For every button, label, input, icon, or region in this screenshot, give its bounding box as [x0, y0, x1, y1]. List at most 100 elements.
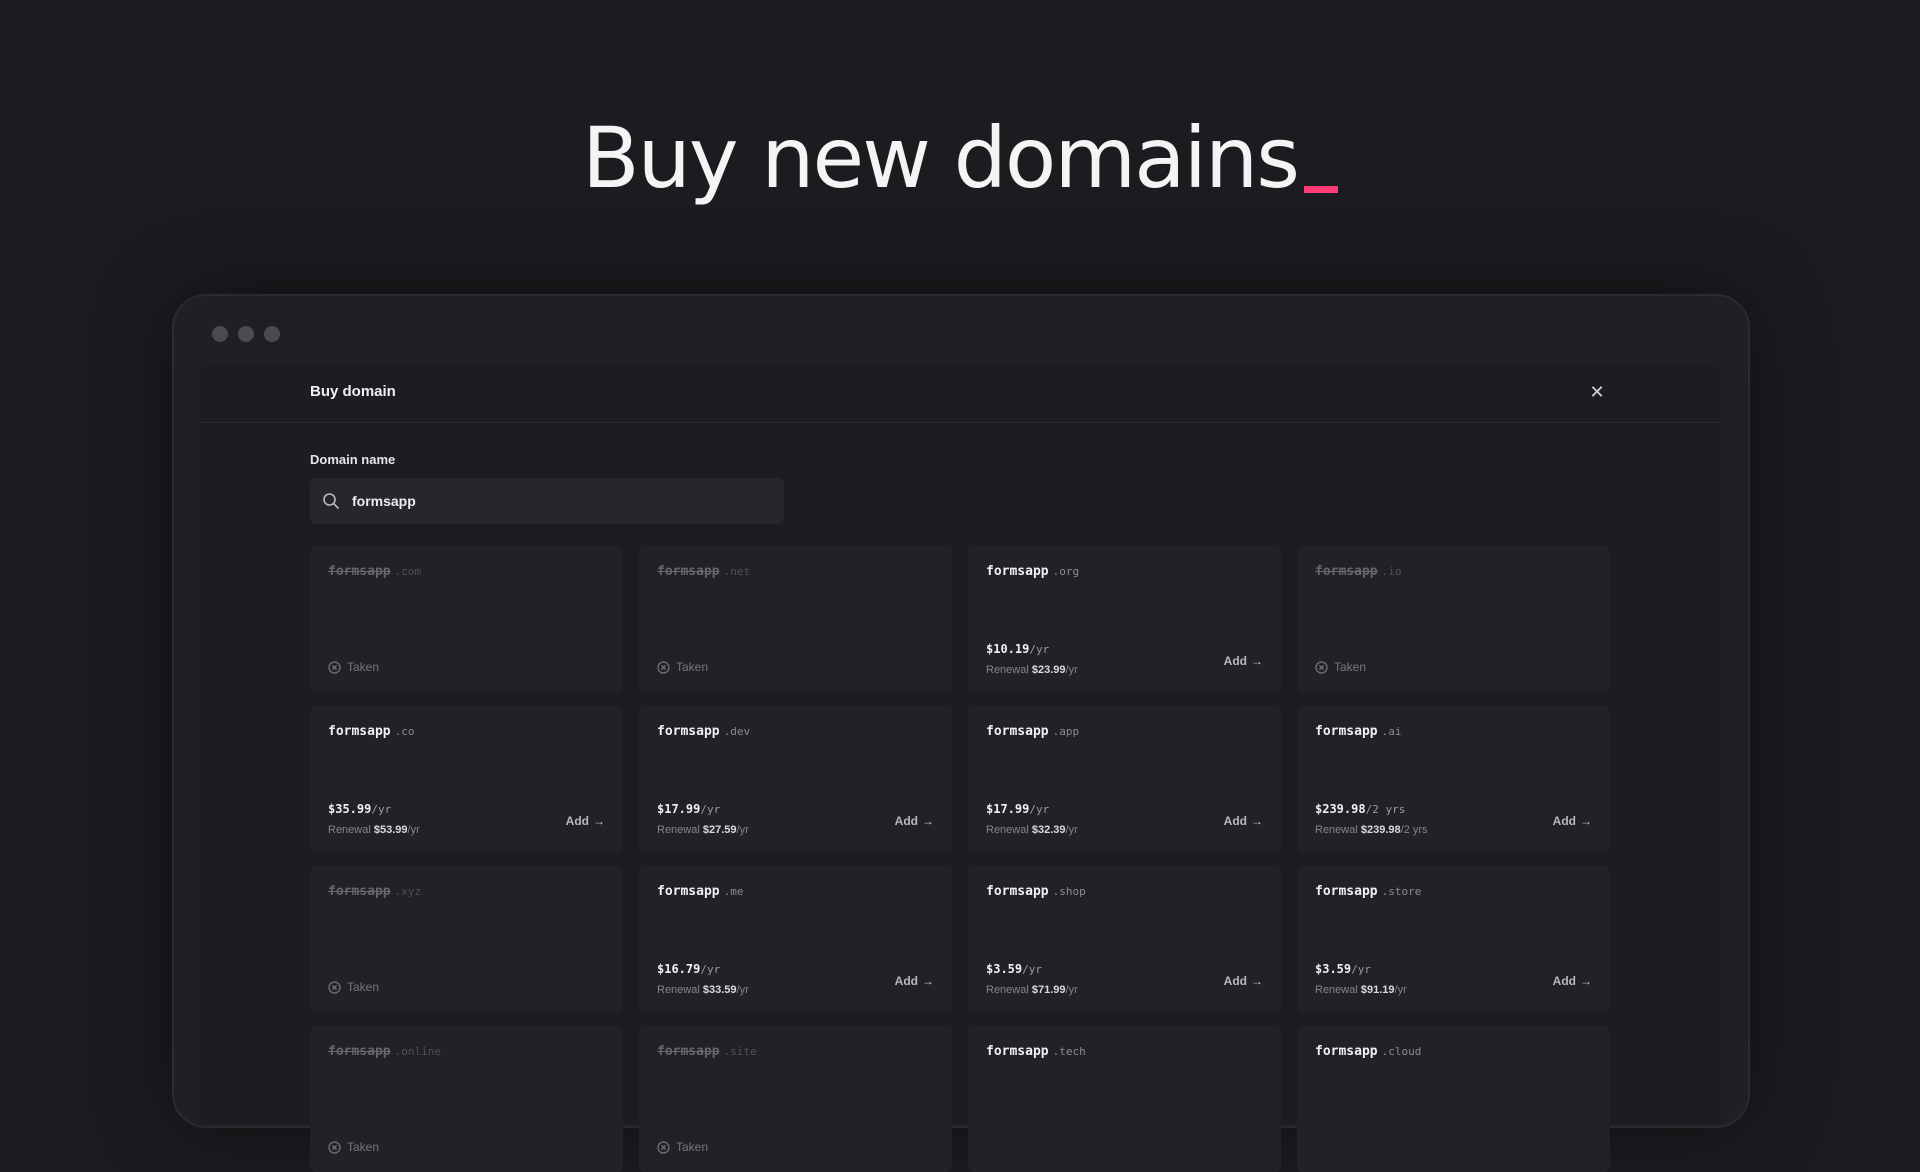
domain-price: $3.59/yr [1315, 962, 1371, 976]
search-value[interactable]: formsapp [352, 493, 416, 509]
search-icon [323, 493, 339, 509]
domain-card: formsapp .site Taken [639, 1026, 952, 1172]
domain-name: formsapp .shop [986, 884, 1086, 899]
domain-tld: .app [1052, 725, 1080, 738]
renewal-price: Renewal $53.99/yr [328, 824, 420, 836]
domain-tld: .xyz [394, 885, 422, 898]
add-domain-button[interactable]: Add → [566, 814, 605, 828]
domain-name: formsapp .tech [986, 1044, 1086, 1059]
renewal-period: /yr [407, 824, 420, 836]
add-domain-button[interactable]: Add → [1553, 814, 1592, 828]
headline-text: Buy new domains [582, 109, 1300, 207]
taken-status: Taken [657, 1140, 708, 1154]
renewal-price: Renewal $33.59/yr [657, 984, 749, 996]
domain-price: $10.19/yr [986, 642, 1049, 656]
renewal-value: $91.19 [1360, 984, 1395, 996]
price-value: $16.79 [657, 962, 701, 976]
taken-icon [657, 660, 670, 674]
window-maximize-dot[interactable] [264, 326, 280, 342]
domain-name: formsapp .cloud [1315, 1044, 1421, 1059]
domain-tld: .co [394, 725, 415, 738]
taken-status: Taken [328, 660, 379, 674]
renewal-label: Renewal [657, 824, 700, 836]
domain-card[interactable]: formsapp .co $35.99/yr Renewal $53.99/yr … [310, 706, 623, 852]
renewal-price: Renewal $91.19/yr [1315, 984, 1407, 996]
price-period: /yr [1022, 963, 1042, 976]
arrow-right-icon: → [1580, 814, 1592, 828]
renewal-period: /yr [1065, 824, 1078, 836]
domain-card[interactable]: formsapp .shop $3.59/yr Renewal $71.99/yr… [968, 866, 1281, 1012]
window-minimize-dot[interactable] [238, 326, 254, 342]
domain-name: formsapp .xyz [328, 884, 421, 899]
price-period: /2 yrs [1365, 803, 1406, 816]
renewal-value: $32.39 [1031, 824, 1066, 836]
domain-tld: .tech [1052, 1045, 1086, 1058]
domain-name: formsapp .io [1315, 564, 1402, 579]
domain-base: formsapp [657, 884, 720, 899]
add-domain-button[interactable]: Add → [1224, 974, 1263, 988]
window-close-dot[interactable] [212, 326, 228, 342]
domain-card[interactable]: formsapp .me $16.79/yr Renewal $33.59/yr … [639, 866, 952, 1012]
dialog-header: Buy domain ✕ [200, 364, 1720, 423]
renewal-value: $23.99 [1031, 664, 1066, 676]
price-value: $239.98 [1315, 802, 1366, 816]
add-label: Add [894, 974, 918, 988]
renewal-period: /yr [1065, 664, 1078, 676]
renewal-period: /yr [1394, 984, 1407, 996]
domain-search-input[interactable]: formsapp [310, 478, 784, 524]
arrow-right-icon: → [1580, 974, 1592, 988]
price-value: $10.19 [986, 642, 1030, 656]
arrow-right-icon: → [593, 814, 605, 828]
domain-card[interactable]: formsapp .dev $17.99/yr Renewal $27.59/yr… [639, 706, 952, 852]
typing-cursor [1303, 186, 1338, 193]
domain-tld: .site [723, 1045, 757, 1058]
domain-tld: .ai [1381, 725, 1402, 738]
add-domain-button[interactable]: Add → [895, 814, 934, 828]
add-domain-button[interactable]: Add → [1224, 654, 1263, 668]
add-domain-button[interactable]: Add → [895, 974, 934, 988]
domain-card[interactable]: formsapp .app $17.99/yr Renewal $32.39/yr… [968, 706, 1281, 852]
renewal-price: Renewal $32.39/yr [986, 824, 1078, 836]
renewal-value: $27.59 [702, 824, 737, 836]
domain-base: formsapp [328, 884, 391, 899]
price-value: $3.59 [986, 962, 1023, 976]
domain-card[interactable]: formsapp .org $10.19/yr Renewal $23.99/yr… [968, 546, 1281, 692]
domain-price: $239.98/2 yrs [1315, 802, 1405, 816]
renewal-price: Renewal $239.98/2 yrs [1315, 824, 1428, 836]
domain-card: formsapp .com Taken [310, 546, 623, 692]
window-controls [212, 326, 280, 342]
taken-status: Taken [328, 980, 379, 994]
taken-status: Taken [1315, 660, 1366, 674]
domain-base: formsapp [1315, 724, 1378, 739]
renewal-price: Renewal $23.99/yr [986, 664, 1078, 676]
add-domain-button[interactable]: Add → [1224, 814, 1263, 828]
domain-base: formsapp [986, 564, 1049, 579]
renewal-price: Renewal $71.99/yr [986, 984, 1078, 996]
add-domain-button[interactable]: Add → [1553, 974, 1592, 988]
taken-label: Taken [347, 1140, 380, 1154]
buy-domain-dialog: Buy domain ✕ Domain name formsapp formsa… [200, 364, 1720, 1172]
domain-tld: .cloud [1381, 1045, 1422, 1058]
renewal-period: /yr [1065, 984, 1078, 996]
domain-name: formsapp .com [328, 564, 421, 579]
price-period: /yr [1029, 803, 1050, 816]
domain-base: formsapp [986, 1044, 1049, 1059]
add-label: Add [1552, 974, 1576, 988]
domain-card[interactable]: formsapp .store $3.59/yr Renewal $91.19/y… [1297, 866, 1610, 1012]
domain-base: formsapp [328, 724, 391, 739]
domain-tld: .com [394, 565, 422, 578]
taken-label: Taken [347, 980, 380, 994]
domain-name: formsapp .app [986, 724, 1079, 739]
domain-card[interactable]: formsapp .tech [968, 1026, 1281, 1172]
renewal-label: Renewal [986, 664, 1029, 676]
domain-tld: .me [723, 885, 744, 898]
domain-card[interactable]: formsapp .ai $239.98/2 yrs Renewal $239.9… [1297, 706, 1610, 852]
arrow-right-icon: → [922, 814, 934, 828]
domain-base: formsapp [657, 564, 720, 579]
domain-card[interactable]: formsapp .cloud [1297, 1026, 1610, 1172]
arrow-right-icon: → [1251, 654, 1263, 668]
domain-name: formsapp .online [328, 1044, 441, 1059]
taken-label: Taken [676, 1140, 709, 1154]
close-icon[interactable]: ✕ [1586, 381, 1608, 403]
renewal-value: $33.59 [702, 984, 737, 996]
